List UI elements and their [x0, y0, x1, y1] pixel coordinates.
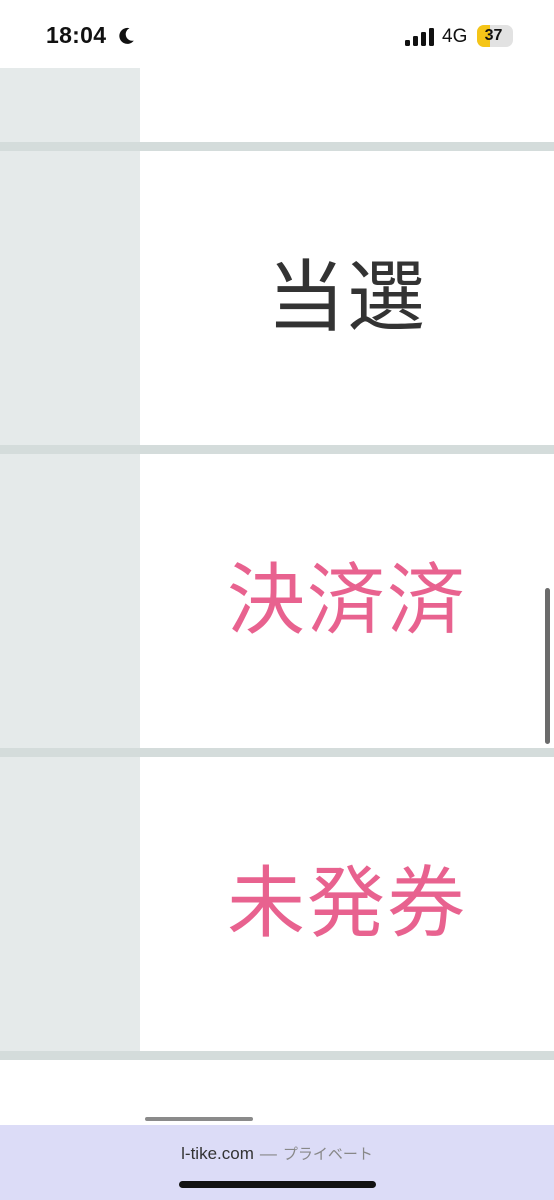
address-text[interactable]: l-tike.com — プライベート [0, 1143, 554, 1164]
status-time: 18:04 [46, 22, 107, 48]
phone-screen: 18:04 4G 37 当選 決済済 未発券 l-tike.com — プライベ… [0, 0, 554, 1200]
status-cell-lottery: 当選 [140, 151, 554, 445]
address-bar[interactable]: l-tike.com — プライベート [0, 1125, 554, 1200]
address-separator: — [259, 1144, 277, 1163]
address-domain: l-tike.com [181, 1144, 254, 1163]
row-divider [0, 1051, 554, 1060]
row-divider [0, 748, 554, 757]
ticket-status-table: 当選 決済済 未発券 [0, 68, 554, 1123]
toolbar-handle[interactable] [145, 1117, 253, 1121]
status-text-ticketing: 未発券 [226, 859, 467, 949]
table-label-column [0, 68, 140, 1053]
scrollbar[interactable] [545, 588, 550, 744]
status-text-lottery: 当選 [266, 253, 427, 343]
row-divider [0, 445, 554, 454]
row-divider [0, 142, 554, 151]
status-cell-ticketing: 未発券 [140, 757, 554, 1051]
moon-icon [119, 27, 134, 44]
home-indicator[interactable] [179, 1181, 376, 1188]
battery-level: 37 [484, 27, 503, 44]
status-text-payment: 決済済 [226, 556, 467, 646]
cellular-signal-icon [405, 28, 434, 46]
network-type: 4G [442, 26, 468, 47]
status-bar: 18:04 4G 37 [0, 0, 554, 68]
battery-indicator: 37 [477, 25, 513, 47]
private-mode-label: プライベート [282, 1145, 373, 1163]
status-cell-payment: 決済済 [140, 454, 554, 748]
